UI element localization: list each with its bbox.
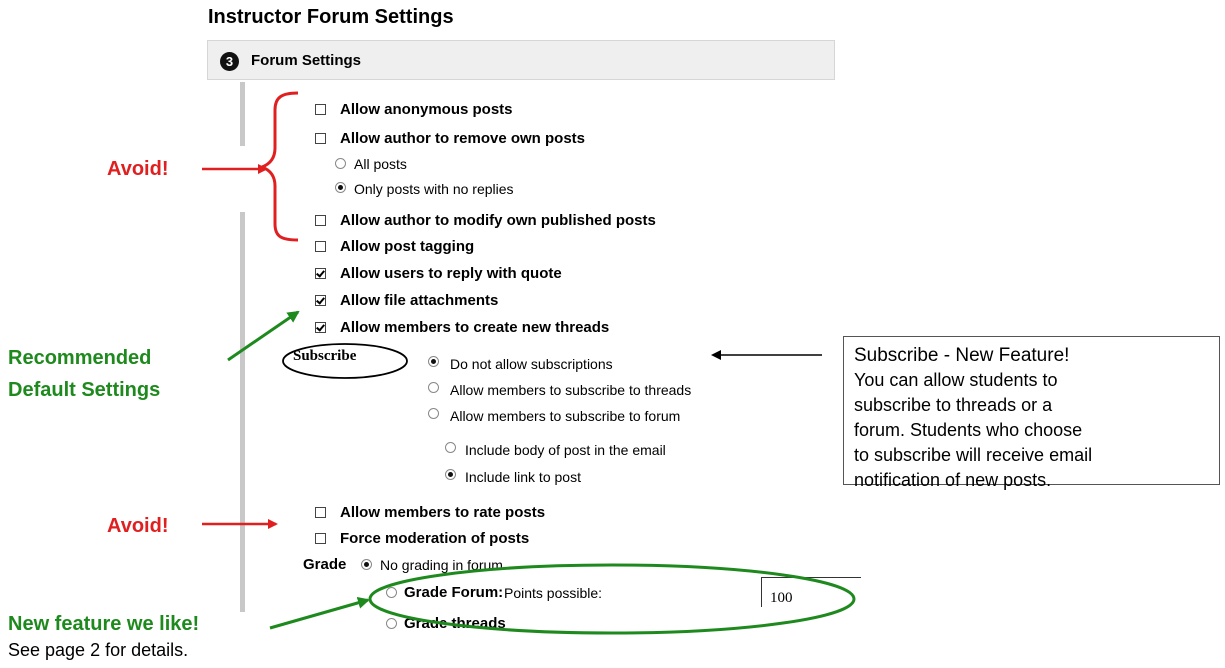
avoid-bracket xyxy=(257,91,299,242)
grade-forum-circle xyxy=(368,563,856,635)
subscribe-circle xyxy=(282,343,408,379)
annotation-overlay xyxy=(202,91,856,635)
recommended-arrow xyxy=(227,310,300,362)
new-feature-arrow xyxy=(269,596,370,630)
